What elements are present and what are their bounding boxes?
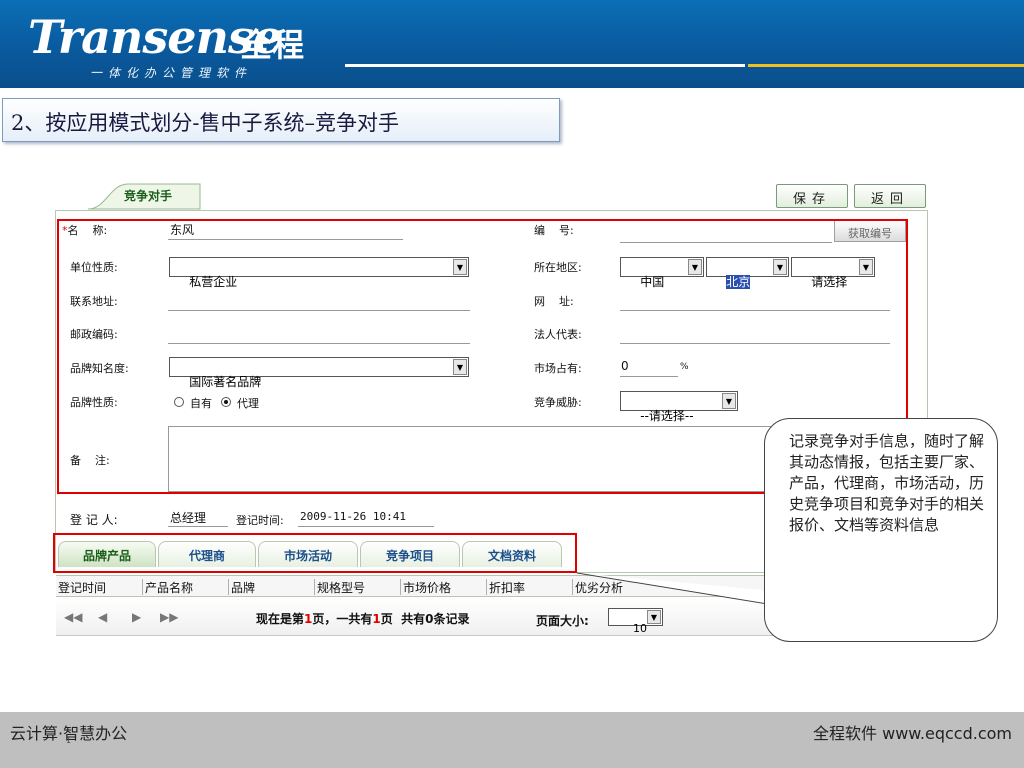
footer-right: 全程软件 www.eqccd.com xyxy=(813,724,1012,743)
callout-note: 记录竞争对手信息，随时了解其动态情报，包括主要厂家、产品，代理商，市场活动，历史… xyxy=(764,418,998,642)
page-number: 1 xyxy=(66,736,72,745)
callout-pointer xyxy=(576,572,782,607)
slide: Transense 全程 一体化办公管理软件 2、按应用模式划分-售中子系统–竞… xyxy=(0,0,1024,768)
footer: 云计算·智慧办公 1 全程软件 www.eqccd.com xyxy=(0,712,1024,768)
